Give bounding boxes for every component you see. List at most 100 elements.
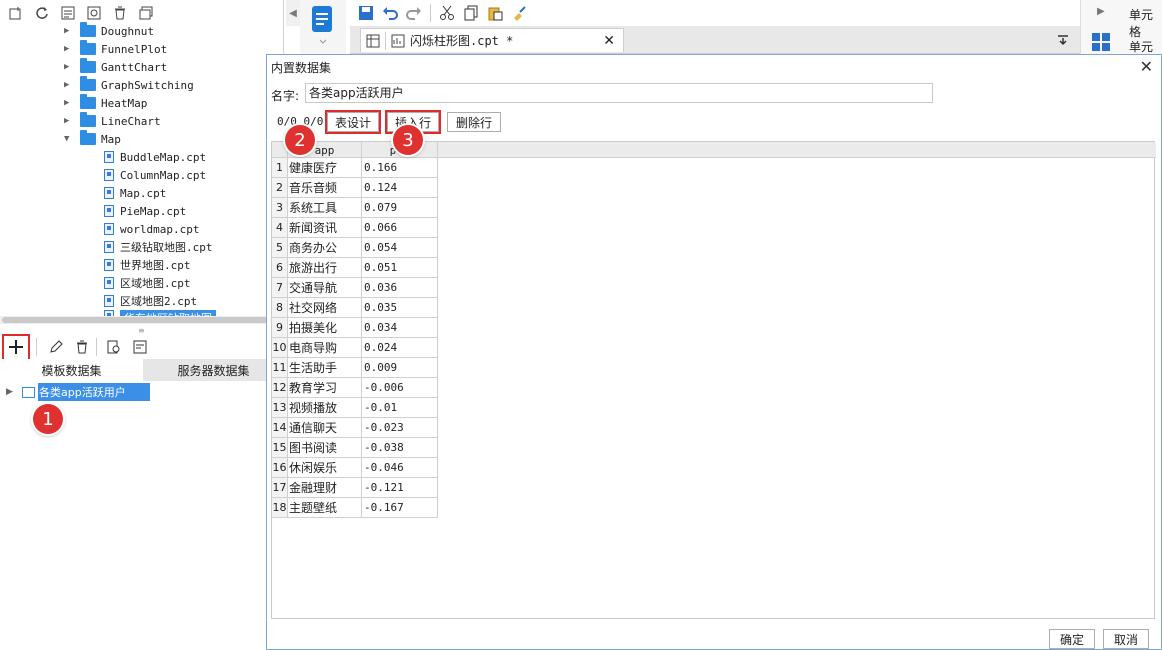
right-expand-arrow[interactable]: ▶ xyxy=(1097,6,1105,17)
template-list-icon[interactable] xyxy=(60,5,76,21)
cell-app[interactable]: 电商导购 xyxy=(288,338,362,358)
tree-folder-item[interactable]: ▶ LineChart xyxy=(64,112,161,130)
row-number[interactable]: 10 xyxy=(272,338,288,358)
row-number[interactable]: 9 xyxy=(272,318,288,338)
tree-file-item[interactable]: PieMap.cpt xyxy=(104,202,186,220)
settings-icon[interactable] xyxy=(86,5,102,21)
cell-per[interactable]: -0.121 xyxy=(362,478,438,498)
row-number[interactable]: 17 xyxy=(272,478,288,498)
new-template-icon[interactable] xyxy=(8,5,24,21)
ok-button[interactable]: 确定 xyxy=(1049,629,1095,649)
row-number[interactable]: 11 xyxy=(272,358,288,378)
cell-app[interactable]: 图书阅读 xyxy=(288,438,362,458)
row-number[interactable]: 14 xyxy=(272,418,288,438)
tree-folder-item[interactable]: ▶ Doughnut xyxy=(64,22,154,40)
expand-arrow-icon[interactable]: ▶ xyxy=(6,387,16,397)
tree-folder-item[interactable]: ▶ FunnelPlot xyxy=(64,40,167,58)
chevron-right-icon[interactable]: ▶ xyxy=(64,116,74,126)
cell-per[interactable]: 0.166 xyxy=(362,158,438,178)
cell-app[interactable]: 商务办公 xyxy=(288,238,362,258)
cell-app[interactable]: 拍摄美化 xyxy=(288,318,362,338)
row-number[interactable]: 18 xyxy=(272,498,288,518)
save-icon[interactable] xyxy=(358,5,374,21)
copy-icon[interactable] xyxy=(463,5,479,21)
cell-app[interactable]: 休闲娱乐 xyxy=(288,458,362,478)
row-number[interactable]: 2 xyxy=(272,178,288,198)
delete-dataset-icon[interactable] xyxy=(74,339,90,355)
collapse-icon[interactable] xyxy=(138,5,154,21)
redo-icon[interactable] xyxy=(406,5,422,21)
cell-app[interactable]: 社交网络 xyxy=(288,298,362,318)
tab-server-dataset[interactable]: 服务器数据集 xyxy=(143,359,284,381)
cell-per[interactable]: 0.066 xyxy=(362,218,438,238)
cell-per[interactable]: 0.034 xyxy=(362,318,438,338)
tab-template-dataset[interactable]: 模板数据集 xyxy=(0,359,143,381)
tab-close-icon[interactable]: ✕ xyxy=(603,33,615,49)
cell-per[interactable]: 0.036 xyxy=(362,278,438,298)
cell-per[interactable]: -0.038 xyxy=(362,438,438,458)
row-number[interactable]: 13 xyxy=(272,398,288,418)
chevron-right-icon[interactable]: ▶ xyxy=(64,26,74,36)
tree-folder-item[interactable]: ▶ HeatMap xyxy=(64,94,147,112)
row-number[interactable]: 6 xyxy=(272,258,288,278)
cell-app[interactable]: 主题壁纸 xyxy=(288,498,362,518)
tree-folder-item[interactable]: ▶ GanttChart xyxy=(64,58,167,76)
horizontal-scrollbar[interactable] xyxy=(0,316,284,324)
chevron-down-icon[interactable]: ▼ xyxy=(64,134,74,144)
cell-per[interactable]: 0.051 xyxy=(362,258,438,278)
tree-file-item[interactable]: worldmap.cpt xyxy=(104,220,199,238)
cell-per[interactable]: -0.046 xyxy=(362,458,438,478)
tree-file-item[interactable]: Map.cpt xyxy=(104,184,166,202)
sql-icon[interactable] xyxy=(132,339,148,355)
name-input[interactable]: 各类app活跃用户 xyxy=(305,83,933,103)
tree-file-item[interactable]: 区域地图.cpt xyxy=(104,274,191,292)
delete-row-button[interactable]: 删除行 xyxy=(447,112,501,132)
chevron-right-icon[interactable]: ▶ xyxy=(64,62,74,72)
tree-file-item[interactable]: 区域地图2.cpt xyxy=(104,292,197,310)
chevron-right-icon[interactable]: ▶ xyxy=(64,44,74,54)
cell-per[interactable]: 0.054 xyxy=(362,238,438,258)
cell-app[interactable]: 旅游出行 xyxy=(288,258,362,278)
cut-icon[interactable] xyxy=(439,5,455,21)
tree-file-item[interactable]: ColumnMap.cpt xyxy=(104,166,206,184)
cell-app[interactable]: 通信聊天 xyxy=(288,418,362,438)
cell-panel-icon[interactable] xyxy=(1091,32,1111,55)
chevron-right-icon[interactable]: ▶ xyxy=(64,80,74,90)
row-number[interactable]: 4 xyxy=(272,218,288,238)
cell-per[interactable]: 0.035 xyxy=(362,298,438,318)
row-number[interactable]: 3 xyxy=(272,198,288,218)
cancel-button[interactable]: 取消 xyxy=(1103,629,1149,649)
close-icon[interactable]: ✕ xyxy=(1140,57,1153,76)
tree-file-item[interactable]: 三级钻取地图.cpt xyxy=(104,238,213,256)
cell-app[interactable]: 音乐音频 xyxy=(288,178,362,198)
chevron-right-icon[interactable]: ▶ xyxy=(64,98,74,108)
cell-per[interactable]: 0.009 xyxy=(362,358,438,378)
cell-app[interactable]: 教育学习 xyxy=(288,378,362,398)
undo-icon[interactable] xyxy=(382,5,398,21)
cell-per[interactable]: -0.167 xyxy=(362,498,438,518)
cell-app[interactable]: 新闻资讯 xyxy=(288,218,362,238)
row-number[interactable]: 7 xyxy=(272,278,288,298)
delete-icon[interactable] xyxy=(112,5,128,21)
tree-file-item[interactable]: BuddleMap.cpt xyxy=(104,148,206,166)
row-number[interactable]: 12 xyxy=(272,378,288,398)
cell-per[interactable]: 0.024 xyxy=(362,338,438,358)
cell-app[interactable]: 视频播放 xyxy=(288,398,362,418)
tab-menu-icon[interactable] xyxy=(1056,32,1070,49)
tree-folder-item[interactable]: ▶ GraphSwitching xyxy=(64,76,194,94)
format-brush-icon[interactable] xyxy=(511,5,527,21)
cell-per[interactable]: 0.079 xyxy=(362,198,438,218)
row-number[interactable]: 1 xyxy=(272,158,288,178)
row-number[interactable]: 15 xyxy=(272,438,288,458)
cell-per[interactable]: -0.006 xyxy=(362,378,438,398)
row-number[interactable]: 16 xyxy=(272,458,288,478)
tree-file-item[interactable]: 世界地图.cpt xyxy=(104,256,191,274)
cell-app[interactable]: 金融理财 xyxy=(288,478,362,498)
cell-per[interactable]: 0.124 xyxy=(362,178,438,198)
paste-icon[interactable] xyxy=(487,5,503,21)
tree-folder-item[interactable]: ▼ Map xyxy=(64,130,121,148)
collapse-left-arrow[interactable]: ◀ xyxy=(286,0,300,26)
row-number[interactable]: 5 xyxy=(272,238,288,258)
preview-icon[interactable] xyxy=(106,339,122,355)
row-number[interactable]: 8 xyxy=(272,298,288,318)
